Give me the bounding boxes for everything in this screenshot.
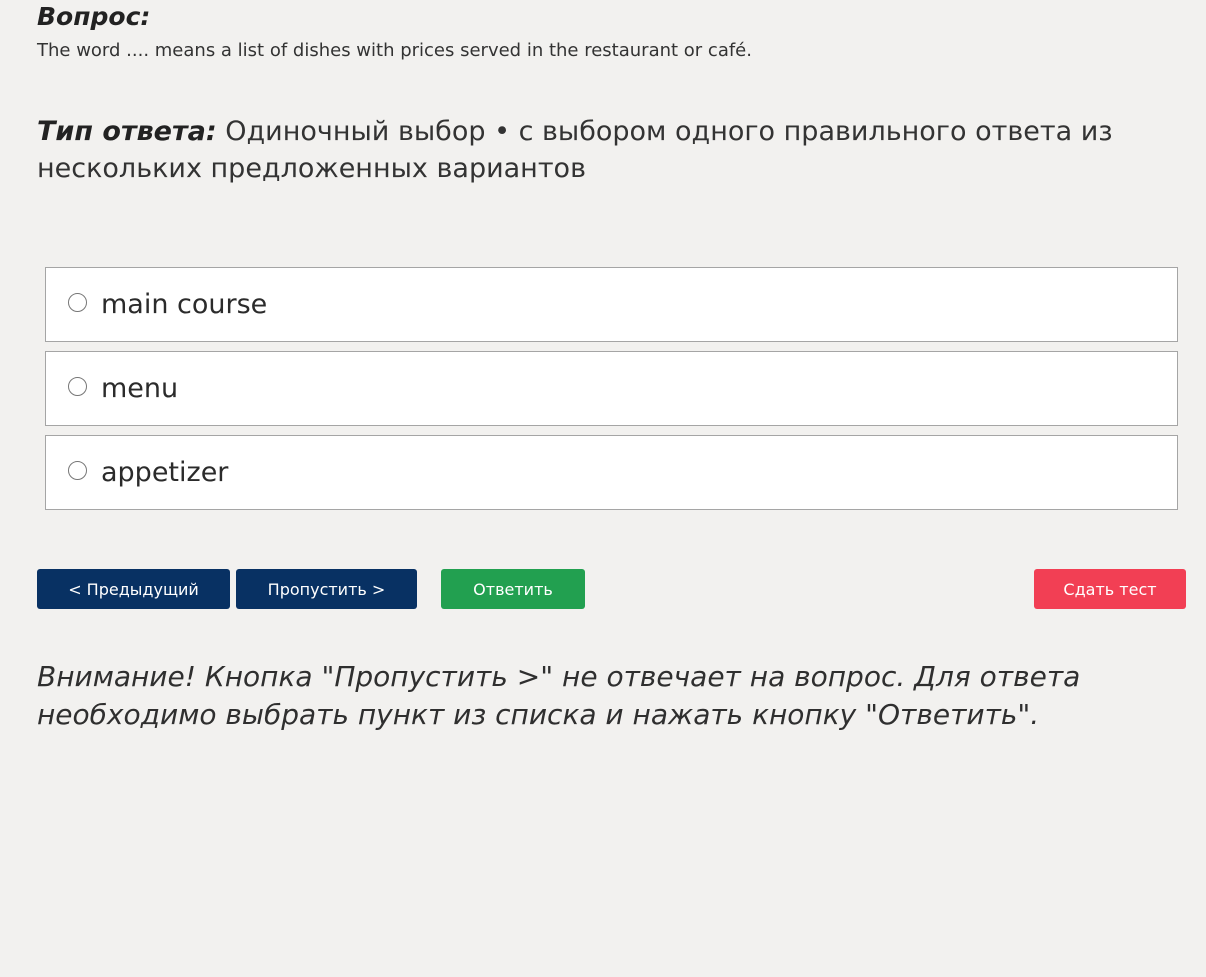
question-heading: Вопрос: — [37, 2, 151, 31]
option-appetizer[interactable]: appetizer — [45, 435, 1178, 510]
answer-type-label: Тип ответа: — [37, 116, 217, 147]
answer-button[interactable]: Ответить — [441, 569, 585, 609]
warning-text: Внимание! Кнопка "Пропустить >" не отвеч… — [37, 660, 1081, 731]
option-menu[interactable]: menu — [45, 351, 1178, 426]
answer-options: main course menu appetizer — [45, 267, 1178, 519]
previous-button[interactable]: < Предыдущий — [37, 569, 230, 609]
option-main-course[interactable]: main course — [45, 267, 1178, 342]
option-label: menu — [101, 373, 179, 404]
option-label: main course — [101, 289, 268, 320]
submit-test-button[interactable]: Сдать тест — [1034, 569, 1186, 609]
answer-type: Тип ответа: Одиночный выбор • с выбором … — [37, 113, 1137, 187]
question-text: The word .... means a list of dishes wit… — [37, 40, 752, 61]
radio-icon[interactable] — [68, 377, 87, 396]
skip-button[interactable]: Пропустить > — [236, 569, 417, 609]
option-label: appetizer — [101, 457, 229, 488]
radio-icon[interactable] — [68, 293, 87, 312]
radio-icon[interactable] — [68, 461, 87, 480]
